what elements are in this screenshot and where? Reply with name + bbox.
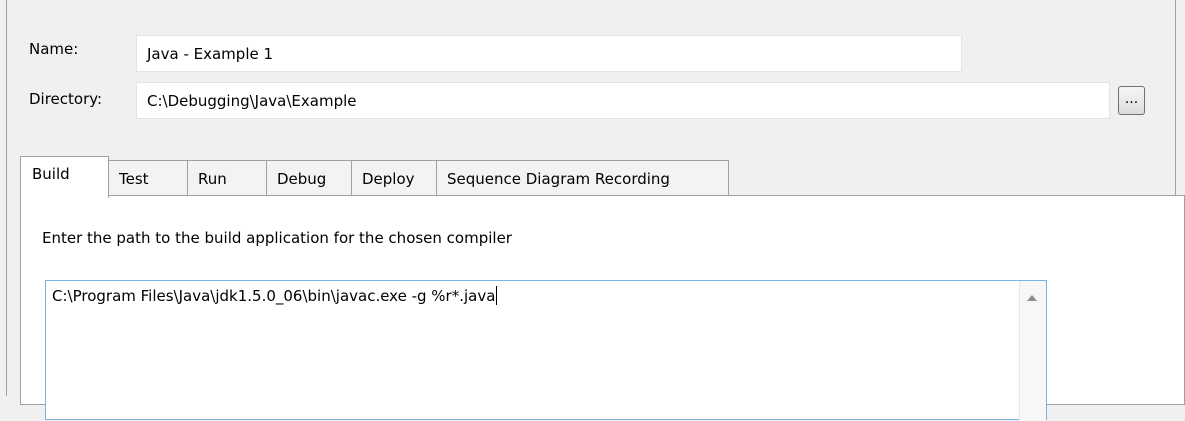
- directory-field[interactable]: C:\Debugging\Java\Example: [136, 82, 1110, 119]
- tab-test[interactable]: Test: [108, 160, 188, 195]
- build-command-value: C:\Program Files\Java\jdk1.5.0_06\bin\ja…: [52, 287, 496, 305]
- tab-sequence-diagram-recording[interactable]: Sequence Diagram Recording: [436, 160, 729, 195]
- name-label: Name:: [29, 40, 79, 58]
- vertical-scrollbar[interactable]: [1019, 281, 1046, 421]
- build-tab-panel: Enter the path to the build application …: [20, 195, 1185, 421]
- name-field[interactable]: Java - Example 1: [136, 35, 962, 72]
- build-command-text: C:\Program Files\Java\jdk1.5.0_06\bin\ja…: [52, 286, 498, 305]
- text-caret: [496, 286, 498, 305]
- scroll-up-arrow-icon[interactable]: [1027, 295, 1037, 301]
- build-instruction: Enter the path to the build application …: [42, 229, 512, 247]
- tab-deploy[interactable]: Deploy: [351, 160, 437, 195]
- build-command-textarea[interactable]: C:\Program Files\Java\jdk1.5.0_06\bin\ja…: [45, 280, 1047, 421]
- tab-build[interactable]: Build: [20, 156, 109, 198]
- tab-debug[interactable]: Debug: [266, 160, 352, 195]
- tab-run[interactable]: Run: [187, 160, 267, 195]
- browse-button[interactable]: ...: [1118, 86, 1145, 115]
- directory-label: Directory:: [29, 90, 103, 108]
